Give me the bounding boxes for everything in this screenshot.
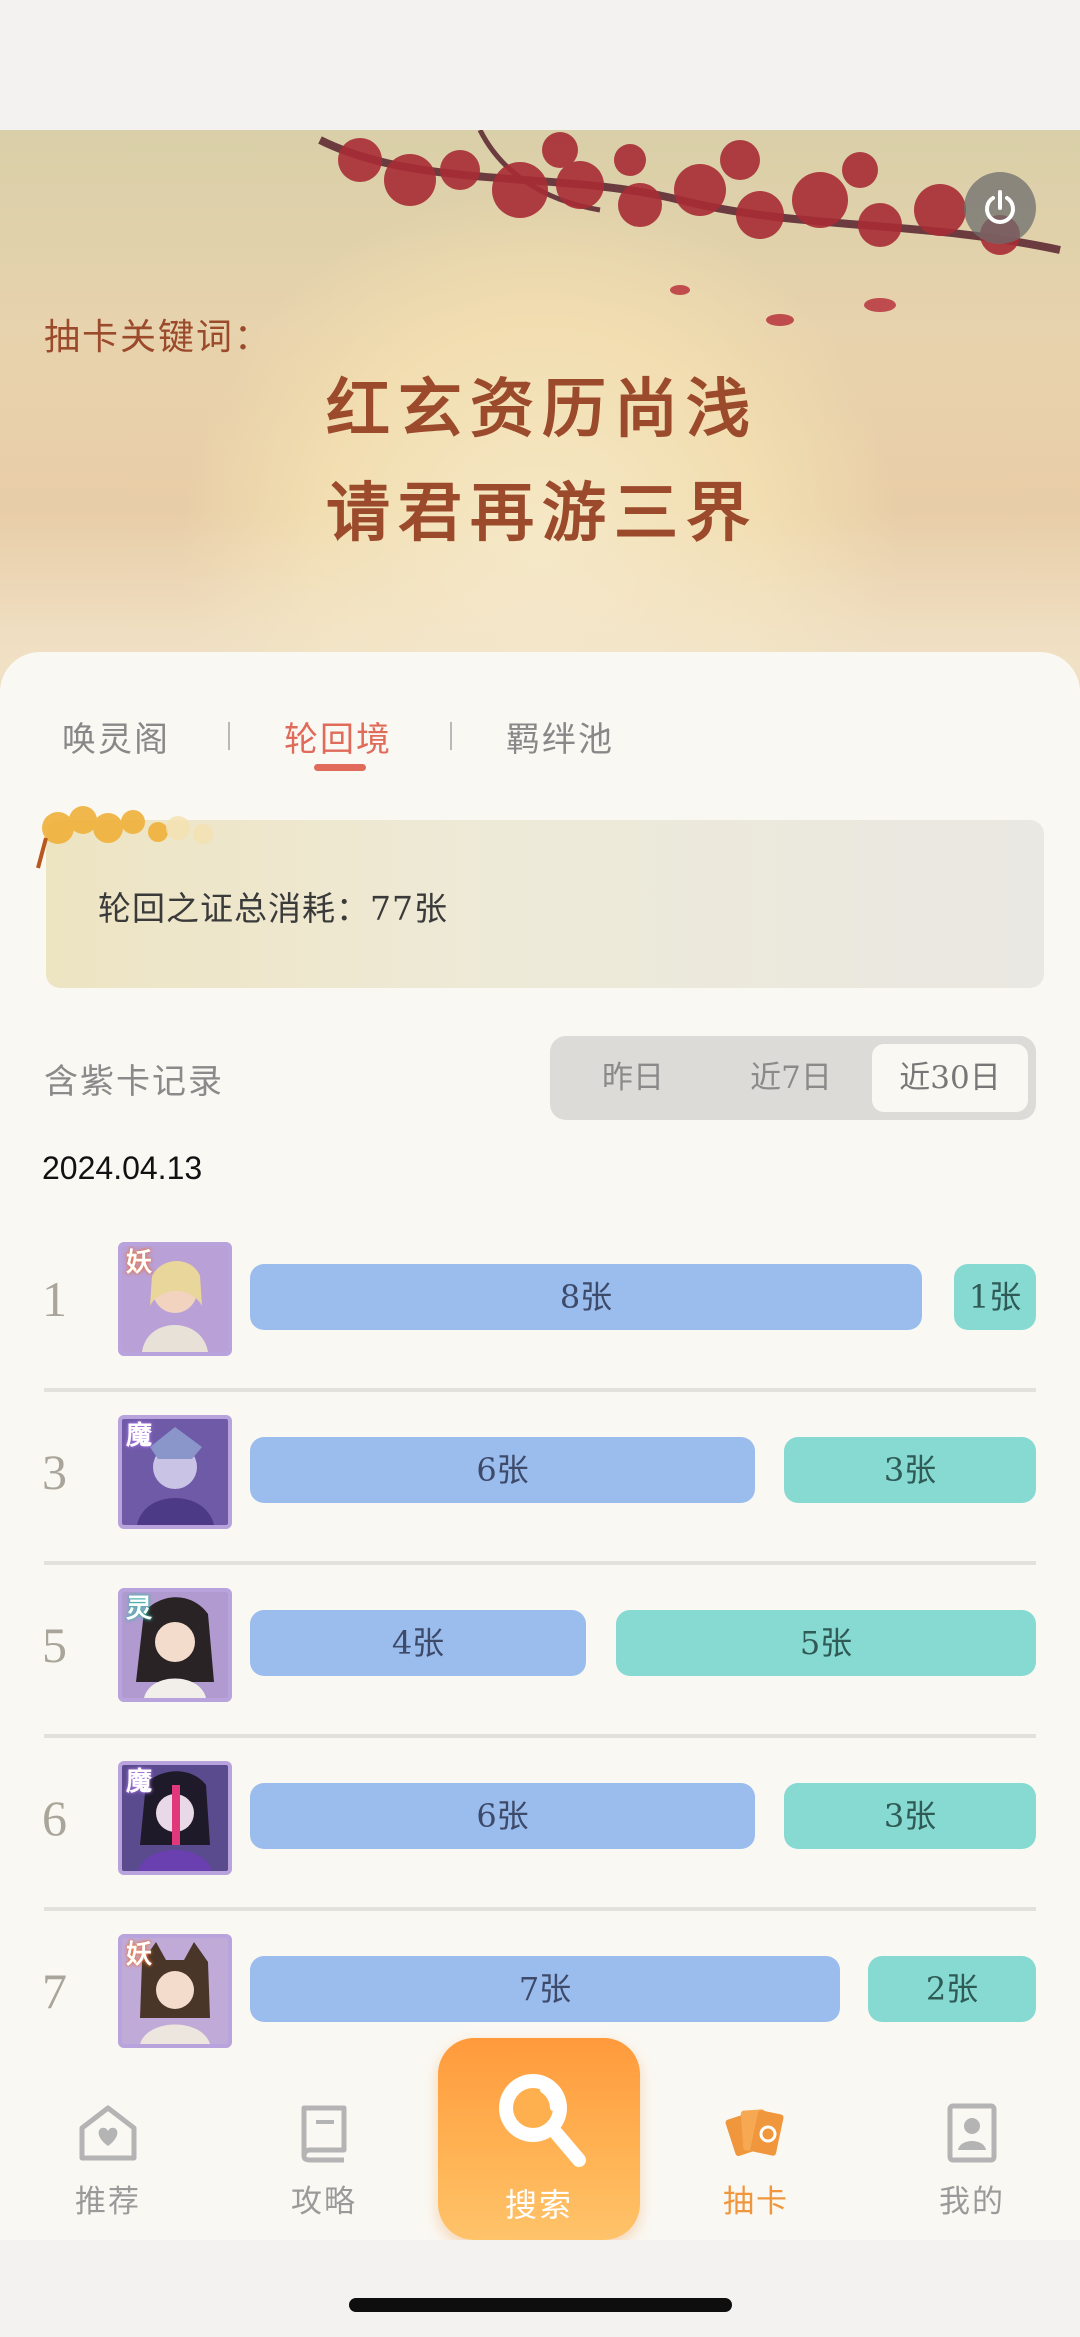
- row-divider: [44, 1907, 1036, 1911]
- home-heart-icon: [79, 2105, 137, 2161]
- nav-guide[interactable]: 攻略: [254, 2102, 394, 2221]
- consumption-card: 轮回之证总消耗：77张: [36, 806, 1044, 988]
- avatar: 妖: [118, 1934, 232, 2048]
- content-sheet: 唤灵阁 轮回境 羁绊池 轮回之证总消耗：77张 含紫卡记录 昨日 近7日 近30…: [0, 652, 1080, 2232]
- rank-number: 3: [42, 1444, 67, 1500]
- record-date: 2024.04.13: [42, 1150, 203, 1186]
- teal-card-bar: 5张: [616, 1610, 1036, 1676]
- teal-card-bar: 3张: [784, 1783, 1036, 1849]
- book-icon: [301, 2105, 347, 2163]
- search-button[interactable]: 搜索: [438, 2038, 640, 2240]
- record-row[interactable]: 5 灵 4张 5张: [0, 1566, 1080, 1738]
- filter-30-days[interactable]: 近30日: [872, 1044, 1028, 1112]
- blue-card-bar: 6张: [250, 1437, 755, 1503]
- teal-card-bar: 2张: [868, 1956, 1036, 2022]
- records-title: 含紫卡记录: [44, 1062, 224, 1102]
- faction-badge: 魔: [125, 1421, 152, 1451]
- faction-badge: 妖: [125, 1940, 152, 1970]
- nav-label: 我的: [939, 2184, 1005, 2220]
- nav-label: 推荐: [75, 2184, 141, 2220]
- profile-icon: [947, 2103, 997, 2163]
- record-row[interactable]: 1 妖 8张 1张: [0, 1220, 1080, 1392]
- total-consumption: 轮回之证总消耗：77张: [98, 889, 448, 928]
- cards-icon: [725, 2109, 784, 2156]
- teal-card-bar: 3张: [784, 1437, 1036, 1503]
- blue-card-bar: 8张: [250, 1264, 922, 1330]
- search-icon: [499, 2074, 586, 2167]
- avatar: 灵: [118, 1588, 232, 1702]
- row-divider: [44, 1734, 1036, 1738]
- blue-card-bar: 6张: [250, 1783, 755, 1849]
- nav-draw-card[interactable]: 抽卡: [686, 2102, 826, 2221]
- time-filter: 昨日 近7日 近30日: [550, 1036, 1036, 1120]
- faction-badge: 魔: [125, 1767, 152, 1797]
- nav-label: 抽卡: [723, 2184, 789, 2220]
- blue-card-bar: 7张: [250, 1956, 840, 2022]
- power-icon: [985, 190, 1015, 224]
- record-row[interactable]: 3 魔 6张 3张: [0, 1393, 1080, 1565]
- nav-label: 搜索: [504, 2186, 573, 2224]
- plum-branch-decoration: [318, 130, 1061, 326]
- flower-decoration: [36, 806, 213, 869]
- pool-tabs: 唤灵阁 轮回境 羁绊池: [0, 712, 1080, 782]
- avatar: 魔: [118, 1761, 232, 1875]
- rank-number: 6: [42, 1790, 67, 1846]
- filter-yesterday[interactable]: 昨日: [558, 1044, 708, 1112]
- home-indicator[interactable]: [349, 2298, 732, 2312]
- nav-label: 攻略: [291, 2184, 357, 2220]
- rank-number: 1: [42, 1271, 67, 1327]
- keyword-line-2: 请君再游三界: [326, 476, 758, 551]
- faction-badge: 妖: [125, 1248, 152, 1278]
- avatar: 魔: [118, 1415, 232, 1529]
- keyword-label: 抽卡关键词：: [44, 317, 273, 358]
- row-divider: [44, 1388, 1036, 1392]
- tab-separator: [450, 722, 452, 750]
- keyword-line-1: 红玄资历尚浅: [326, 372, 758, 447]
- record-row[interactable]: 6 魔 6张 3张: [0, 1739, 1080, 1911]
- faction-badge: 灵: [125, 1594, 152, 1624]
- blue-card-bar: 4张: [250, 1610, 586, 1676]
- active-tab-indicator: [314, 764, 366, 771]
- filter-7-days[interactable]: 近7日: [716, 1044, 866, 1112]
- rank-number: 5: [42, 1617, 67, 1673]
- tab-huanlingge[interactable]: 唤灵阁: [62, 712, 170, 761]
- gesture-area: [0, 2240, 1080, 2337]
- rank-number: 7: [42, 1963, 67, 2019]
- nav-mine[interactable]: 我的: [902, 2102, 1042, 2221]
- avatar: 妖: [118, 1242, 232, 1356]
- status-bar: [0, 0, 1080, 130]
- tab-separator: [228, 722, 230, 750]
- nav-recommend[interactable]: 推荐: [38, 2102, 178, 2221]
- hero-banner: 抽卡关键词： 红玄资历尚浅 请君再游三界: [0, 130, 1080, 690]
- row-divider: [44, 1561, 1036, 1565]
- teal-card-bar: 1张: [954, 1264, 1036, 1330]
- power-button[interactable]: [964, 172, 1036, 244]
- tab-lunhuijing[interactable]: 轮回境: [284, 712, 392, 761]
- tab-jibanchi[interactable]: 羁绊池: [506, 712, 614, 761]
